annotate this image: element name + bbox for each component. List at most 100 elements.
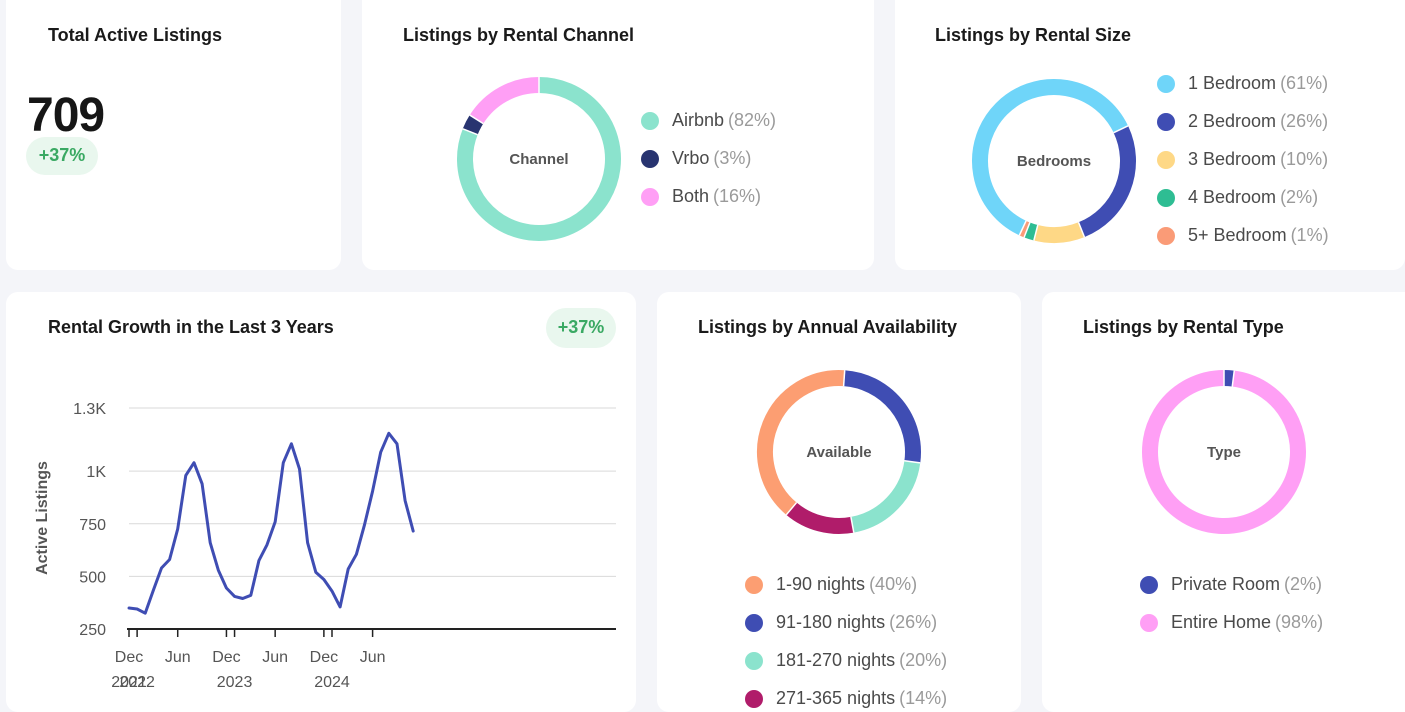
rental-growth-card: Rental Growth in the Last 3 Years +37% A…	[6, 292, 636, 712]
legend-color-dot	[745, 651, 763, 670]
legend-percent: (10%)	[1280, 149, 1329, 169]
legend-label: Both	[672, 186, 710, 206]
legend-percent: (61%)	[1280, 73, 1329, 93]
legend-item-entire-home[interactable]: Entire Home (98%)	[1140, 612, 1323, 633]
rental-type-card: Listings by Rental Type Type Private Roo…	[1042, 292, 1405, 712]
x-tick-month-label: Dec	[115, 649, 143, 666]
legend-item-271-365-nights[interactable]: 271-365 nights (14%)	[745, 688, 947, 709]
legend-label: 3 Bedroom	[1188, 149, 1277, 169]
legend-color-dot	[745, 613, 763, 632]
legend-percent: (16%)	[713, 186, 762, 206]
legend-color-dot	[1157, 74, 1175, 93]
legend-item-5-bedroom[interactable]: 5+ Bedroom (1%)	[1157, 225, 1329, 246]
donut-segment-both[interactable]	[469, 77, 540, 124]
legend-color-dot	[641, 149, 659, 168]
card-title: Total Active Listings	[48, 25, 223, 45]
legend-item-4-bedroom[interactable]: 4 Bedroom (2%)	[1157, 187, 1318, 208]
legend-percent: (2%)	[1280, 187, 1319, 207]
total-listings-value: 709	[27, 89, 105, 142]
legend-percent: (40%)	[869, 574, 918, 594]
legend-color-dot	[745, 575, 763, 594]
legend-color-dot	[1157, 226, 1175, 245]
legend-label: 181-270 nights	[776, 650, 896, 670]
donut-segment-private-room[interactable]	[1223, 370, 1235, 387]
y-tick-label: 1K	[86, 464, 106, 481]
rental-size-card: Listings by Rental Size Bedrooms 1 Bedro…	[895, 0, 1405, 270]
legend-item-2-bedroom[interactable]: 2 Bedroom (26%)	[1157, 111, 1328, 132]
donut-center-label: Bedrooms	[1017, 153, 1091, 170]
x-tick-month-label: Dec	[310, 649, 338, 666]
legend-percent: (98%)	[1275, 612, 1324, 632]
legend-label: 91-180 nights	[776, 612, 886, 632]
legend-label: Entire Home	[1171, 612, 1272, 632]
donut-segment-181-270-nights[interactable]	[850, 460, 921, 533]
x-tick-month-label: Dec	[212, 649, 240, 666]
card-title: Listings by Rental Channel	[403, 25, 635, 45]
rental-growth-line-chart: Active Listings 2505007501K1.3K Dec20212…	[34, 401, 616, 691]
legend-color-dot	[1157, 188, 1175, 207]
donut-segment-2-bedroom[interactable]	[1078, 125, 1136, 238]
y-tick-label: 250	[79, 622, 106, 639]
growth-badge: +37%	[26, 137, 98, 175]
legend-label: 1 Bedroom	[1188, 73, 1277, 93]
donut-segment-vrbo[interactable]	[462, 115, 484, 135]
legend-label: 271-365 nights	[776, 688, 896, 708]
rental-type-donut: Type	[1142, 370, 1306, 534]
legend-label: 4 Bedroom	[1188, 187, 1277, 207]
legend-percent: (26%)	[1280, 111, 1329, 131]
rental-size-donut: Bedrooms	[972, 79, 1136, 243]
donut-center-label: Channel	[509, 151, 568, 168]
legend-item-91-180-nights[interactable]: 91-180 nights (26%)	[745, 612, 937, 633]
series-line-active-listings[interactable]	[127, 431, 415, 615]
annual-availability-donut: Available	[757, 370, 921, 534]
donut-segment-3-bedroom[interactable]	[1033, 222, 1085, 243]
legend-item-airbnb[interactable]: Airbnb (82%)	[641, 110, 776, 131]
legend-item-both[interactable]: Both (16%)	[641, 186, 761, 207]
card-title: Listings by Rental Type	[1083, 317, 1284, 337]
y-tick-label: 500	[79, 569, 106, 586]
rental-channel-donut: Channel	[457, 77, 621, 241]
x-tick-month-label: Jun	[262, 649, 288, 666]
donut-segment-4-bedroom[interactable]	[1024, 222, 1038, 241]
legend-color-dot	[1140, 575, 1158, 594]
total-active-listings-card: Total Active Listings 709 +37%	[6, 0, 341, 270]
card-title: Listings by Annual Availability	[698, 317, 958, 337]
legend-percent: (82%)	[728, 110, 777, 130]
y-tick-label: 1.3K	[73, 401, 106, 418]
legend-color-dot	[641, 187, 659, 206]
legend-item-vrbo[interactable]: Vrbo (3%)	[641, 148, 751, 169]
donut-segment-271-365-nights[interactable]	[786, 502, 854, 534]
x-tick-year-label: 2023	[217, 674, 253, 691]
legend-label: Private Room	[1171, 574, 1281, 594]
legend-item-181-270-nights[interactable]: 181-270 nights (20%)	[745, 650, 947, 671]
y-tick-label: 750	[79, 517, 106, 534]
legend-label: 2 Bedroom	[1188, 111, 1277, 131]
x-tick-year-label: 2024	[314, 674, 350, 691]
legend-percent: (3%)	[713, 148, 752, 168]
legend-color-dot	[1140, 613, 1158, 632]
legend-label: 5+ Bedroom	[1188, 225, 1287, 245]
x-tick-month-label: Jun	[165, 649, 191, 666]
y-axis-label: Active Listings	[34, 461, 51, 575]
legend-percent: (1%)	[1290, 225, 1329, 245]
rental-channel-card: Listings by Rental Channel Channel Airbn…	[362, 0, 874, 270]
legend-item-1-90-nights[interactable]: 1-90 nights (40%)	[745, 574, 917, 595]
legend-item-1-bedroom[interactable]: 1 Bedroom (61%)	[1157, 73, 1328, 94]
legend-label: 1-90 nights	[776, 574, 866, 594]
card-title: Listings by Rental Size	[935, 25, 1132, 45]
donut-center-label: Available	[806, 444, 871, 461]
legend-percent: (20%)	[899, 650, 948, 670]
legend-percent: (14%)	[899, 688, 948, 708]
annual-availability-card: Listings by Annual Availability Availabl…	[657, 292, 1021, 712]
legend-percent: (2%)	[1284, 574, 1323, 594]
legend-color-dot	[745, 689, 763, 708]
legend-color-dot	[1157, 150, 1175, 169]
legend-percent: (26%)	[889, 612, 938, 632]
x-tick-month-label: Jun	[360, 649, 386, 666]
legend-item-private-room[interactable]: Private Room (2%)	[1140, 574, 1322, 595]
legend-color-dot	[641, 111, 659, 130]
legend-label: Vrbo	[672, 148, 710, 168]
legend-item-3-bedroom[interactable]: 3 Bedroom (10%)	[1157, 149, 1328, 170]
donut-center-label: Type	[1207, 444, 1241, 461]
legend-label: Airbnb	[672, 110, 725, 130]
